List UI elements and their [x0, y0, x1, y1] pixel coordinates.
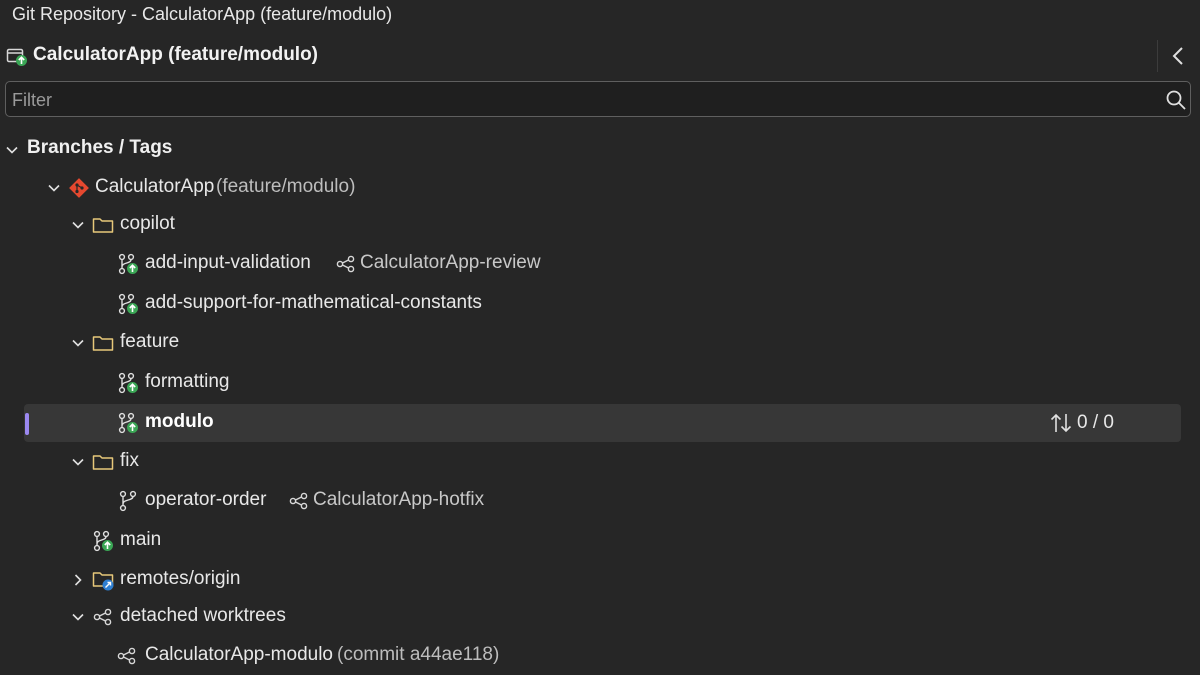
folder-label: fix	[120, 450, 139, 471]
chevron-right-icon[interactable]	[70, 572, 86, 588]
chevron-down-icon[interactable]	[70, 217, 86, 233]
chevron-down-icon[interactable]	[46, 180, 62, 196]
repo-header: CalculatorApp (feature/modulo)	[0, 38, 1200, 74]
branch-label: add-input-validation	[145, 252, 311, 273]
tree-folder-copilot[interactable]: copilot	[24, 206, 1181, 244]
worktree-icon	[93, 608, 112, 626]
folder-icon	[92, 218, 114, 233]
tree-branch-modulo[interactable]: modulo 0 / 0	[24, 404, 1181, 442]
repository-icon	[6, 48, 27, 66]
folder-label: copilot	[120, 213, 175, 234]
section-label: Branches / Tags	[27, 137, 173, 158]
chevron-left-icon[interactable]	[1163, 40, 1195, 72]
branch-label: add-support-for-mathematical-constants	[145, 292, 482, 313]
worktree-label: CalculatorApp-review	[360, 252, 541, 273]
worktree-icon	[289, 492, 308, 510]
tree-worktree-calculatorapp-modulo[interactable]: CalculatorApp-modulo (commit a44ae118)	[24, 637, 1181, 675]
chevron-down-icon[interactable]	[70, 454, 86, 470]
tree-branch-formatting[interactable]: formatting	[24, 364, 1181, 402]
filter-input[interactable]	[10, 84, 1154, 116]
worktree-commit: (commit a44ae118)	[337, 644, 500, 665]
branch-icon	[119, 490, 137, 512]
tree-item-repo[interactable]: CalculatorApp (feature/modulo)	[24, 169, 1181, 207]
filter-box	[5, 81, 1191, 117]
sync-status: 0 / 0	[1077, 412, 1114, 433]
published-branch-icon	[118, 372, 138, 394]
tree-folder-feature[interactable]: feature	[24, 324, 1181, 362]
branch-label: formatting	[145, 371, 230, 392]
folder-label: feature	[120, 331, 180, 352]
worktree-icon	[336, 255, 355, 273]
published-branch-icon	[118, 253, 138, 275]
worktree-label: CalculatorApp-hotfix	[313, 489, 485, 510]
folder-icon	[92, 455, 114, 470]
incoming-outgoing-icon	[1050, 413, 1072, 433]
repo-node-name: CalculatorApp	[95, 176, 215, 197]
tree-branch-main[interactable]: main	[24, 522, 1181, 560]
folder-icon	[92, 336, 114, 351]
tree-folder-fix[interactable]: fix	[24, 443, 1181, 481]
worktree-icon	[117, 647, 136, 665]
repo-node-branch: (feature/modulo)	[216, 176, 356, 197]
published-branch-icon	[118, 293, 138, 315]
branch-label: main	[120, 529, 162, 550]
remote-folder-icon	[92, 572, 114, 591]
published-branch-icon	[93, 530, 113, 552]
chevron-down-icon[interactable]	[70, 609, 86, 625]
repo-title: CalculatorApp (feature/modulo)	[33, 44, 319, 65]
worktree-name: CalculatorApp-modulo	[145, 644, 333, 665]
folder-label: remotes/origin	[120, 568, 241, 589]
search-icon[interactable]	[1165, 89, 1187, 111]
tree-branch-operator-order[interactable]: operator-order CalculatorApp-hotfix	[24, 482, 1181, 520]
published-branch-icon	[118, 412, 138, 434]
branch-label: operator-order	[145, 489, 267, 510]
header-divider	[1157, 40, 1158, 72]
tree-folder-remotes-origin[interactable]: remotes/origin	[24, 561, 1181, 599]
chevron-down-icon[interactable]	[70, 335, 86, 351]
folder-label: detached worktrees	[120, 605, 286, 626]
selection-indicator	[25, 413, 29, 435]
tree-folder-detached-worktrees[interactable]: detached worktrees	[24, 598, 1181, 636]
tree-branch-add-input-validation[interactable]: add-input-validation CalculatorApp-revie…	[24, 245, 1181, 283]
branch-label: modulo	[145, 411, 214, 432]
git-logo-icon	[69, 178, 89, 198]
chevron-down-icon[interactable]	[4, 142, 20, 158]
window-title: Git Repository - CalculatorApp (feature/…	[12, 4, 393, 24]
tree-branch-add-support-for-mathematical-constants[interactable]: add-support-for-mathematical-constants	[24, 285, 1181, 323]
branches-tags-section[interactable]: Branches / Tags	[0, 136, 400, 164]
